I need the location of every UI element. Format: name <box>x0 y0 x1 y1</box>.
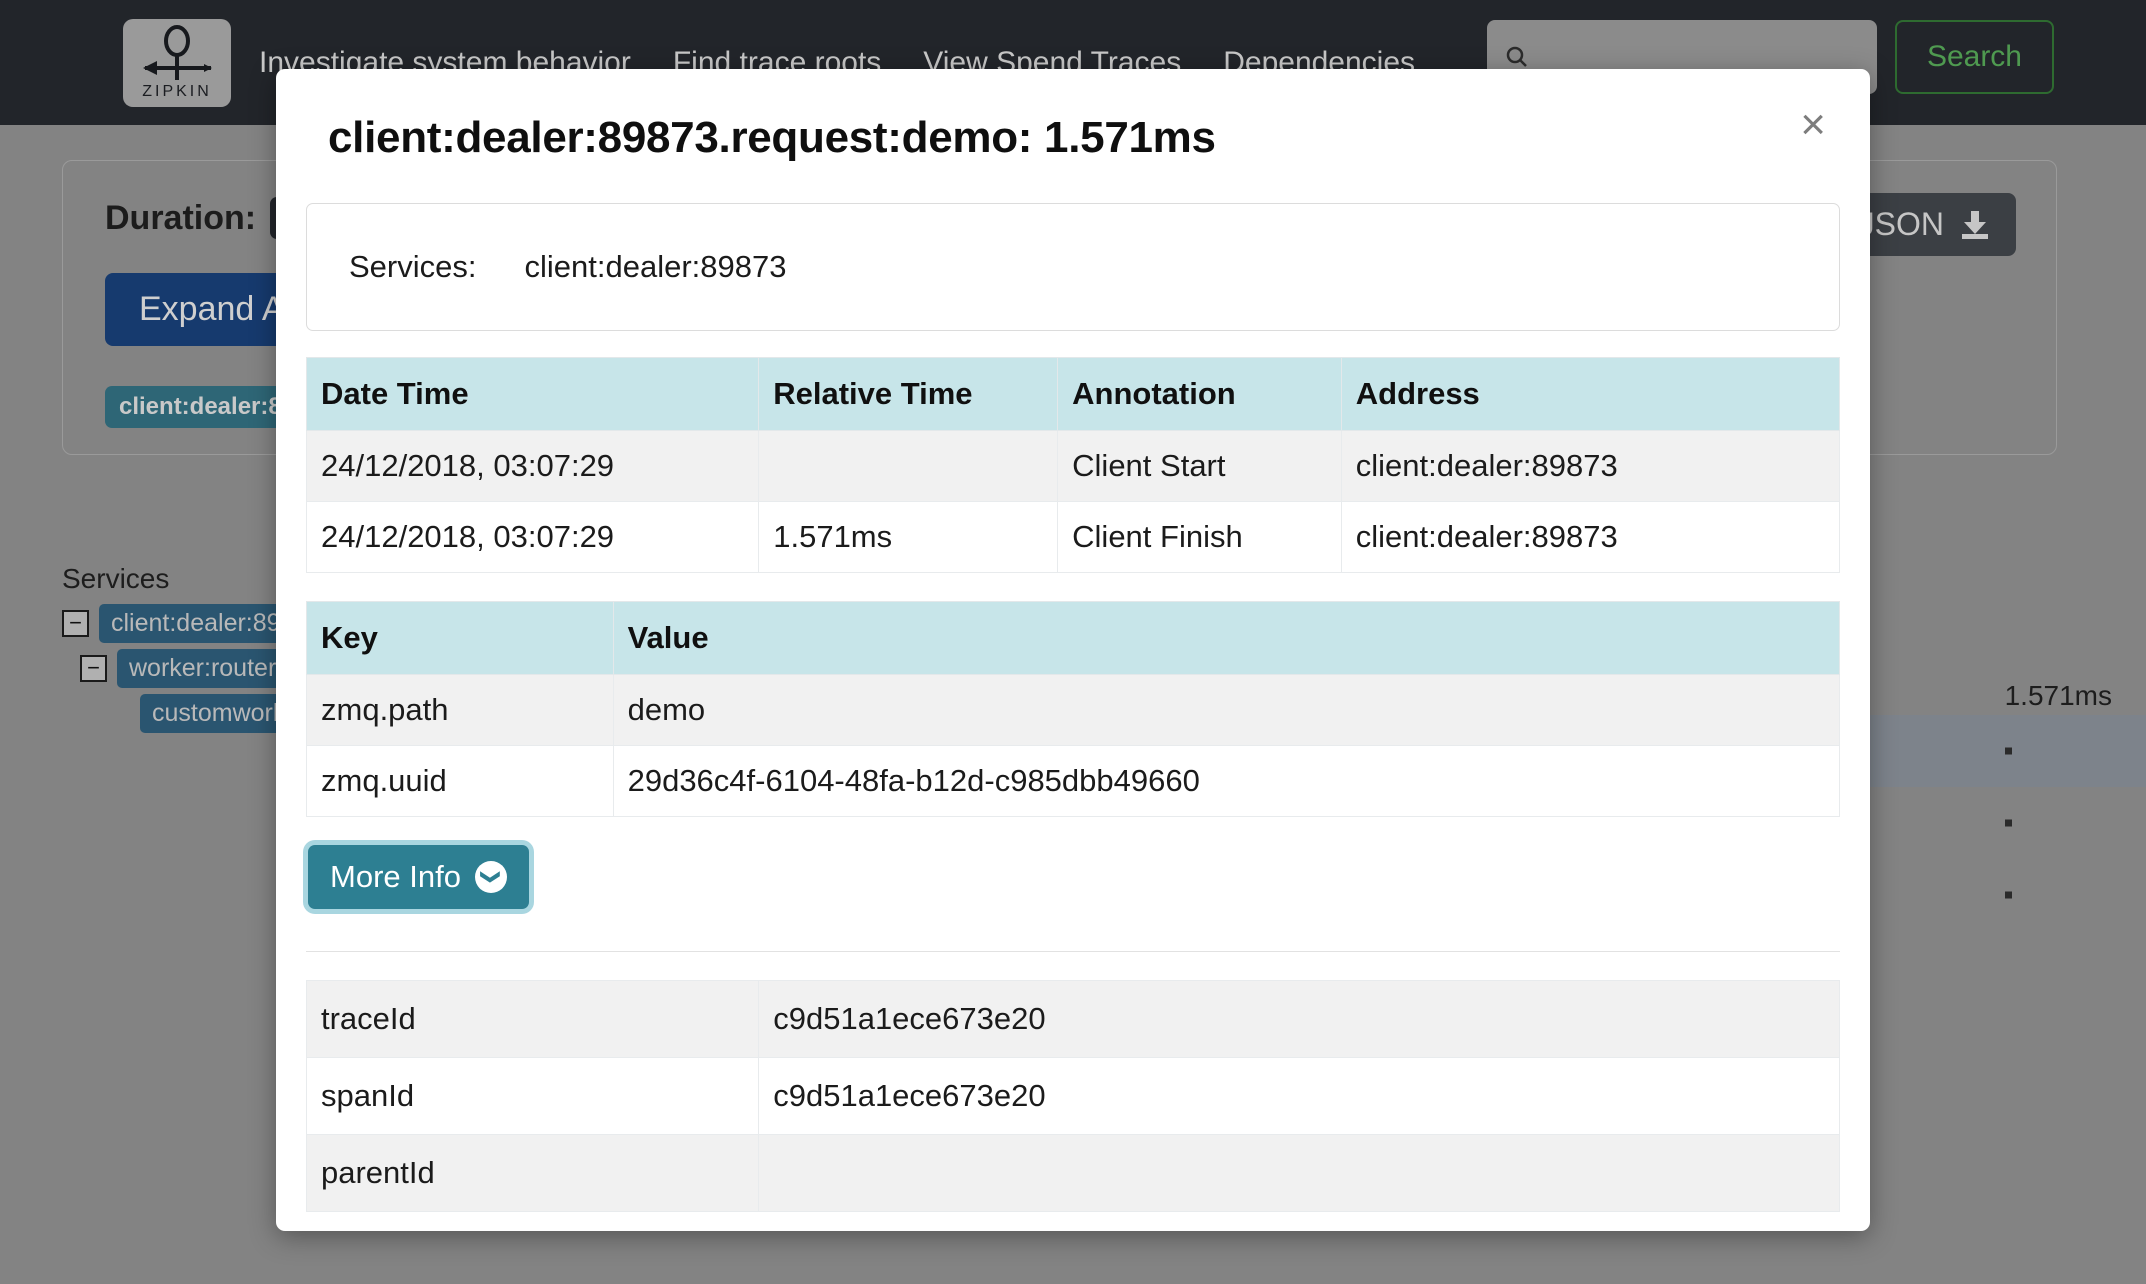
services-card: Services: client:dealer:89873 <box>306 203 1840 331</box>
cell-annotation: Client Finish <box>1057 501 1342 573</box>
cell-address: client:dealer:89873 <box>1340 501 1841 573</box>
table-row: 24/12/2018, 03:07:29 1.571ms Client Fini… <box>305 501 1841 573</box>
cell-annotation: Client Start <box>1057 430 1342 502</box>
cell-id-key: traceId <box>305 980 760 1058</box>
collapse-toggle-icon[interactable]: − <box>80 654 107 682</box>
collapse-toggle-icon[interactable]: − <box>62 609 89 637</box>
cell-key: zmq.uuid <box>306 745 614 817</box>
span-dot-icon <box>2005 747 2012 755</box>
search-icon <box>1506 46 1527 67</box>
cell-id-key: spanId <box>305 1057 760 1135</box>
cell-value: 29d36c4f-6104-48fa-b12d-c985dbb49660 <box>612 745 1841 817</box>
search-button[interactable]: Search <box>1894 20 2054 94</box>
json-button-label: JSON <box>1858 206 1944 242</box>
more-info-label: More Info <box>330 859 461 894</box>
cell-value: demo <box>612 674 1841 746</box>
table-row: parentId <box>305 1134 1840 1212</box>
services-card-label: Services: <box>349 249 477 284</box>
table-row: spanId c9d51a1ece673e20 <box>305 1057 1840 1135</box>
cell-id-value: c9d51a1ece673e20 <box>758 1057 1840 1135</box>
column-header-key: Key <box>306 601 614 675</box>
more-info-wrap: More Info ❯ <box>308 845 1840 909</box>
zipkin-logo[interactable]: ZIPKIN <box>123 18 231 107</box>
modal-body: Services: client:dealer:89873 Date Time … <box>276 193 1870 1212</box>
duration-label: Duration: <box>105 198 257 237</box>
close-icon[interactable]: × <box>1800 103 1826 147</box>
brand-wordmark: ZIPKIN <box>142 82 212 100</box>
cell-id-value <box>758 1134 1840 1212</box>
services-card-value: client:dealer:89873 <box>524 249 787 284</box>
table-header-row: Key Value <box>306 601 1841 675</box>
cell-id-value: c9d51a1ece673e20 <box>758 980 1840 1058</box>
ids-table: traceId c9d51a1ece673e20 spanId c9d51a1e… <box>305 980 1840 1212</box>
cell-date-time: 24/12/2018, 03:07:29 <box>305 430 760 502</box>
cell-date-time: 24/12/2018, 03:07:29 <box>305 501 760 573</box>
table-header-row: Date Time Relative Time Annotation Addre… <box>305 357 1841 431</box>
span-dot-icon <box>2005 891 2012 899</box>
modal-title: client:dealer:89873.request:demo: 1.571m… <box>328 113 1216 162</box>
table-row: traceId c9d51a1ece673e20 <box>305 980 1840 1058</box>
table-row: zmq.uuid 29d36c4f-6104-48fa-b12d-c985dbb… <box>306 745 1841 817</box>
chevron-down-circle-icon: ❯ <box>474 861 507 893</box>
column-header-relative-time: Relative Time <box>758 357 1059 431</box>
table-row: zmq.path demo <box>306 674 1841 746</box>
tree-item-label[interactable]: worker:router: <box>117 648 296 688</box>
column-header-address: Address <box>1340 357 1841 431</box>
app-root: ZIPKIN Investigate system behavior Find … <box>0 0 2146 1284</box>
column-header-date-time: Date Time <box>305 357 760 431</box>
span-detail-modal: client:dealer:89873.request:demo: 1.571m… <box>276 69 1870 1231</box>
table-row: 24/12/2018, 03:07:29 Client Start client… <box>305 430 1841 502</box>
tags-table: Key Value zmq.path demo zmq.uuid 29d36c4… <box>306 601 1841 817</box>
cell-key: zmq.path <box>306 674 614 746</box>
span-dot-icon <box>2005 819 2012 827</box>
cell-relative-time <box>758 430 1059 502</box>
timeline-duration-label: 1.571ms <box>2004 680 2112 711</box>
column-header-value: Value <box>612 601 1841 675</box>
annotations-table: Date Time Relative Time Annotation Addre… <box>305 357 1841 573</box>
more-info-button[interactable]: More Info ❯ <box>308 845 529 909</box>
cell-relative-time: 1.571ms <box>758 501 1059 573</box>
tree-item-label[interactable]: client:dealer:89 <box>99 603 293 643</box>
modal-header: client:dealer:89873.request:demo: 1.571m… <box>276 69 1870 193</box>
zipkin-pin-icon <box>143 24 212 80</box>
section-divider <box>306 951 1840 952</box>
column-header-annotation: Annotation <box>1057 357 1342 431</box>
services-tree-header: Services <box>62 563 170 594</box>
cell-address: client:dealer:89873 <box>1340 430 1841 502</box>
cell-id-key: parentId <box>305 1134 760 1212</box>
download-icon <box>1962 210 1988 239</box>
service-filter-badge[interactable]: client:dealer:8 <box>105 386 296 428</box>
